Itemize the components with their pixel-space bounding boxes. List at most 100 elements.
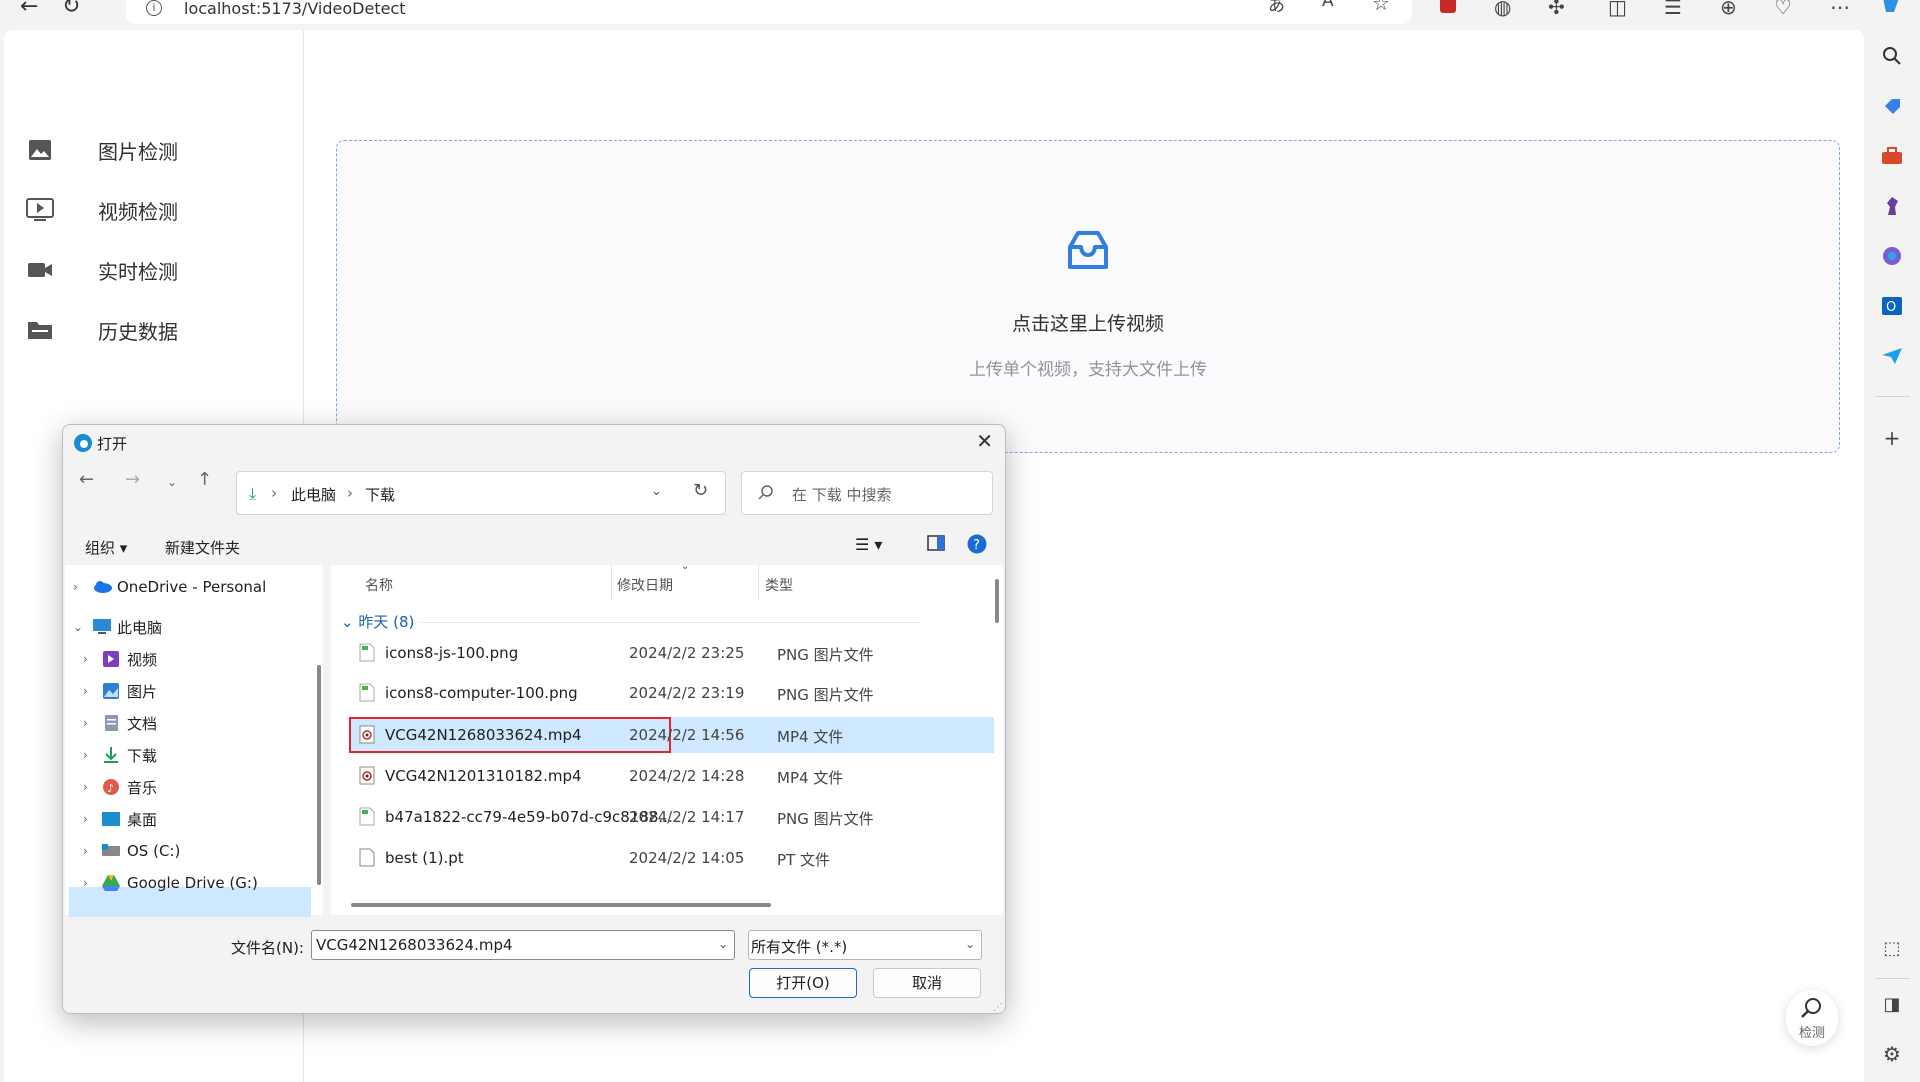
- tree-item-videos[interactable]: › 视频: [83, 645, 157, 673]
- split-screen-icon[interactable]: ◫: [1608, 0, 1627, 19]
- group-header-yesterday[interactable]: ⌄ 昨天 (8): [341, 611, 414, 632]
- tree-item-music[interactable]: › ♪ 音乐: [83, 773, 157, 801]
- mp4-file-icon: [359, 725, 375, 744]
- chevron-down-icon[interactable]: ⌄: [651, 484, 662, 499]
- view-list-icon[interactable]: ☰ ▾: [855, 535, 882, 554]
- blank-file-icon: [359, 848, 375, 867]
- chevron-right-icon[interactable]: ›: [83, 780, 101, 794]
- file-row[interactable]: VCG42N1201310182.mp4 2024/2/2 14:28 MP4 …: [349, 758, 994, 794]
- column-divider[interactable]: [758, 565, 759, 601]
- favorites-icon[interactable]: ☰: [1664, 0, 1682, 19]
- resize-grip-icon[interactable]: ⋰: [993, 1002, 1003, 1013]
- tree-item-os-c[interactable]: › OS (C:): [83, 837, 180, 865]
- chevron-down-icon[interactable]: ⌄: [965, 937, 975, 951]
- tree-label: 音乐: [127, 778, 158, 797]
- filetype-value: 所有文件 (*.*): [751, 938, 848, 956]
- column-header-name[interactable]: 名称: [365, 575, 393, 595]
- column-header-date[interactable]: 修改日期: [617, 575, 673, 595]
- search-placeholder: 在 下载 中搜索: [792, 486, 892, 504]
- organize-menu[interactable]: 组织 ▾: [85, 537, 127, 558]
- file-row[interactable]: icons8-computer-100.png 2024/2/2 23:19 P…: [349, 675, 994, 711]
- tree-item-documents[interactable]: › 文档: [83, 709, 157, 737]
- m365-icon[interactable]: [1878, 242, 1906, 270]
- chevron-down-icon[interactable]: ⌄: [73, 620, 91, 634]
- download-icon: ⤓: [249, 484, 257, 503]
- file-list-horizontal-scrollbar[interactable]: [351, 903, 771, 907]
- file-row-selected[interactable]: VCG42N1268033624.mp4 2024/2/2 14:56 MP4 …: [349, 717, 994, 753]
- file-list-vertical-scrollbar[interactable]: [995, 579, 999, 623]
- nav-item-video-detect[interactable]: 视频检测: [26, 190, 286, 230]
- tree-item-onedrive[interactable]: › OneDrive - Personal: [73, 573, 266, 601]
- chevron-right-icon[interactable]: ›: [73, 580, 91, 594]
- extension-globe-icon[interactable]: ◍: [1494, 0, 1511, 19]
- read-aloud-icon[interactable]: A: [1322, 0, 1334, 11]
- address-bar[interactable]: i localhost:5173/VideoDetect あ A ☆: [126, 0, 1412, 24]
- recent-dropdown-icon[interactable]: ⌄: [167, 475, 177, 489]
- tree-item-pictures[interactable]: › 图片: [83, 677, 157, 705]
- copilot-icon[interactable]: [1880, 0, 1902, 19]
- info-icon[interactable]: i: [146, 0, 162, 16]
- new-folder-button[interactable]: 新建文件夹: [165, 537, 240, 558]
- tree-item-desktop[interactable]: › 桌面: [83, 805, 157, 833]
- settings-gear-icon[interactable]: ⚙: [1878, 1040, 1906, 1068]
- refresh-icon[interactable]: ↻: [62, 0, 80, 19]
- chess-icon[interactable]: [1878, 192, 1906, 220]
- chevron-right-icon[interactable]: ›: [83, 716, 101, 730]
- chevron-right-icon[interactable]: ›: [83, 876, 101, 890]
- nav-item-realtime-detect[interactable]: 实时检测: [26, 250, 286, 290]
- close-icon[interactable]: ✕: [976, 429, 993, 453]
- back-icon[interactable]: ←: [20, 0, 38, 19]
- chevron-right-icon[interactable]: ›: [83, 684, 101, 698]
- file-open-dialog: 打开 ✕ ← → ⌄ ↑ ⤓ › 此电脑 › 下载 ⌄ ↻ 在 下载 中搜索 组…: [62, 424, 1006, 1014]
- tree-item-this-pc[interactable]: ⌄ 此电脑: [73, 613, 162, 641]
- tree-item-google-drive[interactable]: › Google Drive (G:): [83, 869, 258, 897]
- help-icon[interactable]: ?: [967, 534, 987, 558]
- chevron-right-icon[interactable]: ›: [83, 812, 101, 826]
- more-menu-icon[interactable]: ⋯: [1830, 0, 1850, 19]
- extension-red-icon[interactable]: [1438, 0, 1458, 20]
- search-input[interactable]: 在 下载 中搜索: [741, 471, 993, 515]
- video-upload-area[interactable]: 点击这里上传视频 上传单个视频，支持大文件上传: [336, 140, 1840, 453]
- detect-floating-button[interactable]: 检测: [1786, 990, 1838, 1046]
- tree-label: 此电脑: [117, 618, 163, 637]
- preview-pane-icon[interactable]: [927, 535, 945, 555]
- file-row[interactable]: best (1).pt 2024/2/2 14:05 PT 文件: [349, 840, 994, 876]
- back-arrow-icon[interactable]: ←: [79, 469, 94, 490]
- cancel-button[interactable]: 取消: [873, 968, 981, 998]
- tree-item-downloads[interactable]: › 下载: [83, 741, 157, 769]
- up-arrow-icon[interactable]: ↑: [197, 469, 212, 490]
- file-row[interactable]: icons8-js-100.png 2024/2/2 23:25 PNG 图片文…: [349, 635, 994, 671]
- chevron-right-icon[interactable]: ›: [83, 844, 101, 858]
- tree-scrollbar[interactable]: [317, 665, 321, 885]
- forward-arrow-icon[interactable]: →: [125, 469, 140, 490]
- nav-item-image-detect[interactable]: 图片检测: [26, 130, 286, 170]
- screenshot-icon[interactable]: ⬚: [1878, 934, 1906, 962]
- sidebar-toggle-icon[interactable]: ◨: [1878, 990, 1906, 1018]
- column-header-type[interactable]: 类型: [765, 575, 793, 595]
- chevron-right-icon[interactable]: ›: [83, 652, 101, 666]
- column-divider[interactable]: [611, 565, 612, 601]
- translate-icon[interactable]: あ: [1268, 0, 1285, 16]
- refresh-icon[interactable]: ↻: [693, 480, 708, 501]
- breadcrumb-this-pc[interactable]: 此电脑: [291, 484, 336, 505]
- outlook-icon[interactable]: O: [1878, 292, 1906, 320]
- add-icon[interactable]: +: [1878, 424, 1906, 452]
- file-row[interactable]: b47a1822-cc79-4e59-b07d-c9c8188... 2024/…: [349, 799, 994, 835]
- group-label: 昨天 (8): [358, 613, 415, 631]
- filetype-select[interactable]: 所有文件 (*.*) ⌄: [748, 930, 982, 960]
- tag-icon[interactable]: [1878, 92, 1906, 120]
- search-icon[interactable]: [1878, 42, 1906, 70]
- open-button[interactable]: 打开(O): [749, 968, 857, 998]
- toolbox-icon[interactable]: [1878, 142, 1906, 170]
- send-icon[interactable]: [1878, 342, 1906, 370]
- extensions-puzzle-icon[interactable]: ✣: [1548, 0, 1565, 19]
- path-breadcrumb[interactable]: ⤓ › 此电脑 › 下载 ⌄ ↻: [236, 471, 726, 515]
- collections-icon[interactable]: ⊕: [1720, 0, 1737, 19]
- favorite-star-icon[interactable]: ☆: [1372, 0, 1390, 15]
- chevron-down-icon[interactable]: ⌄: [718, 937, 728, 951]
- nav-item-history[interactable]: 历史数据: [26, 310, 286, 350]
- browser-essentials-icon[interactable]: ♡: [1774, 0, 1792, 19]
- breadcrumb-downloads[interactable]: 下载: [365, 484, 395, 505]
- chevron-right-icon[interactable]: ›: [83, 748, 101, 762]
- filename-input[interactable]: VCG42N1268033624.mp4 ⌄: [311, 930, 735, 960]
